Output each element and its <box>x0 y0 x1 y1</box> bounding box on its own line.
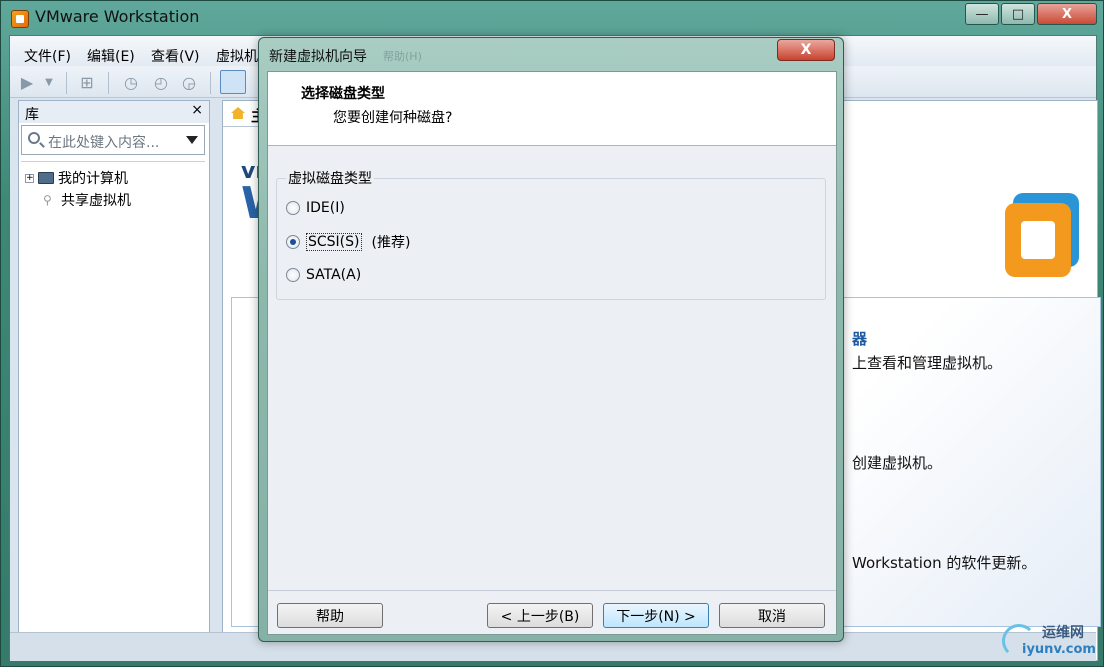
radio-scsi[interactable]: SCSI(S) (推荐) <box>286 232 410 252</box>
home-icon <box>231 107 245 119</box>
dialog-footer: 帮助 < 上一步(B) 下一步(N) > 取消 <box>268 590 836 636</box>
home-action-desc: 创建虚拟机。 <box>852 454 943 472</box>
next-button[interactable]: 下一步(N) > <box>603 603 709 628</box>
home-action-desc: 上查看和管理虚拟机。 <box>852 354 1003 372</box>
library-search-input[interactable]: 在此处键入内容... <box>21 125 205 155</box>
shared-vm-icon: ⚲ <box>43 193 52 207</box>
play-icon[interactable]: ▶ <box>18 74 36 92</box>
window-title: VMware Workstation <box>35 7 200 26</box>
watermark-text: 运维网 <box>1042 625 1084 641</box>
recommended-note: (推荐) <box>371 235 411 251</box>
network-icon[interactable]: ⊞ <box>78 74 96 92</box>
window-controls: — □ X <box>965 3 1097 25</box>
tree-item-my-computer[interactable]: + 我的计算机 <box>25 168 128 188</box>
toolbar-separator <box>66 72 67 94</box>
tree-item-label: 我的计算机 <box>58 171 128 187</box>
maximize-button[interactable]: □ <box>1001 3 1035 25</box>
search-placeholder: 在此处键入内容... <box>48 135 160 151</box>
minimize-button[interactable]: — <box>965 3 999 25</box>
vmware-app-icon <box>11 10 29 28</box>
menu-edit[interactable]: 编辑(E) <box>87 46 135 66</box>
library-panel: 库 × 在此处键入内容... + 我的计算机 ⚲ 共享虚拟机 <box>18 100 210 661</box>
watermark-url: iyunv.com <box>1022 642 1096 657</box>
expand-icon[interactable]: + <box>25 173 34 183</box>
dialog-title-help: 帮助(H) <box>383 50 422 63</box>
watermark: 运维网 iyunv.com <box>998 620 1102 664</box>
home-action-desc: Workstation 的软件更新。 <box>852 554 1037 572</box>
menu-file[interactable]: 文件(F) <box>24 46 71 66</box>
tree-item-label: 共享虚拟机 <box>61 193 131 209</box>
library-header: 库 × <box>19 101 209 123</box>
computer-icon <box>38 172 54 184</box>
radio-ide[interactable]: IDE(I) <box>286 200 345 216</box>
radio-button[interactable] <box>286 268 300 282</box>
home-action-heading: 器 <box>852 330 868 348</box>
chevron-down-icon[interactable] <box>186 136 198 144</box>
step-heading: 选择磁盘类型 <box>301 86 385 102</box>
search-icon <box>28 132 40 144</box>
workstation-logo-icon <box>1005 193 1079 277</box>
show-library-button[interactable] <box>220 70 246 94</box>
help-button[interactable]: 帮助 <box>277 603 383 628</box>
dialog-body: 选择磁盘类型 您要创建何种磁盘? 虚拟磁盘类型 IDE(I) SCSI(S) (… <box>267 71 837 635</box>
menu-view[interactable]: 查看(V) <box>151 46 200 66</box>
cancel-button[interactable]: 取消 <box>719 603 825 628</box>
tree-item-shared-vms[interactable]: ⚲ 共享虚拟机 <box>43 190 131 210</box>
radio-sata[interactable]: SATA(A) <box>286 267 361 283</box>
snapshot-icon[interactable]: ◷ <box>122 74 140 92</box>
library-close-icon[interactable]: × <box>191 102 203 118</box>
library-title: 库 <box>25 107 39 123</box>
dialog-close-button[interactable]: X <box>777 39 835 61</box>
radio-label: IDE(I) <box>306 200 345 216</box>
disk-type-group-label: 虚拟磁盘类型 <box>286 168 374 188</box>
close-button[interactable]: X <box>1037 3 1097 25</box>
radio-button[interactable] <box>286 235 300 249</box>
step-subheading: 您要创建何种磁盘? <box>333 110 453 126</box>
play-dropdown-icon[interactable]: ▼ <box>40 74 58 92</box>
toolbar-separator <box>210 72 211 94</box>
back-button[interactable]: < 上一步(B) <box>487 603 593 628</box>
dialog-title: 新建虚拟机向导 <box>269 49 367 65</box>
revert-snapshot-icon[interactable]: ◴ <box>152 74 170 92</box>
radio-button[interactable] <box>286 201 300 215</box>
radio-label: SATA(A) <box>306 267 362 283</box>
snapshot-manager-icon[interactable]: ◶ <box>180 74 198 92</box>
toolbar-separator <box>108 72 109 94</box>
radio-label: SCSI(S) <box>306 233 362 251</box>
new-vm-wizard-dialog: 新建虚拟机向导 帮助(H) X 选择磁盘类型 您要创建何种磁盘? 虚拟磁盘类型 … <box>258 37 844 642</box>
menu-vm[interactable]: 虚拟机 <box>216 46 258 66</box>
dialog-header: 选择磁盘类型 您要创建何种磁盘? <box>268 72 836 146</box>
library-tree: + 我的计算机 ⚲ 共享虚拟机 <box>21 161 205 655</box>
